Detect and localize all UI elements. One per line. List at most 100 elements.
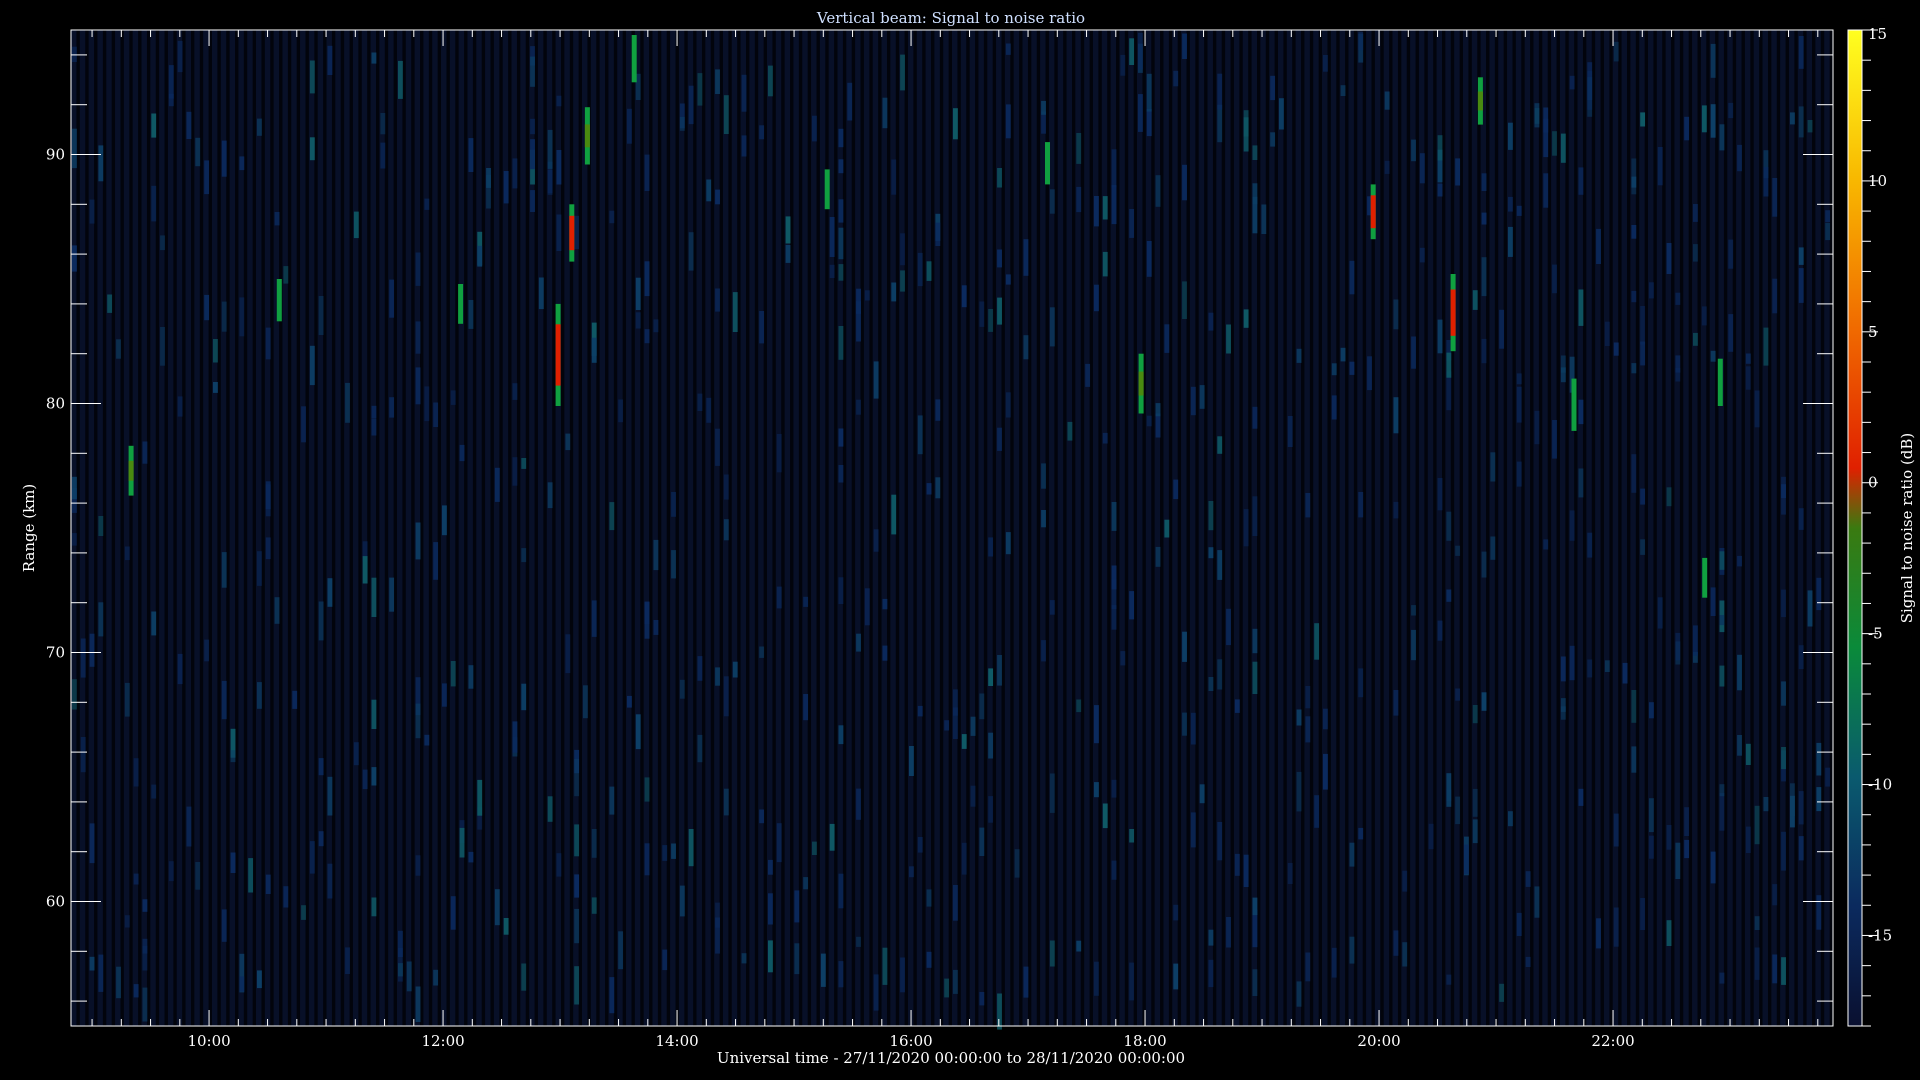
noise-speck xyxy=(398,948,403,982)
time-gap xyxy=(613,30,618,1026)
time-gap xyxy=(226,30,230,1026)
noise-speck xyxy=(856,633,861,652)
noise-speck xyxy=(116,966,121,999)
noise-speck xyxy=(230,852,236,873)
noise-speck xyxy=(1569,75,1575,90)
noise-speck xyxy=(1675,355,1681,373)
noise-speck xyxy=(979,301,985,327)
time-gap xyxy=(252,30,257,1026)
noise-speck xyxy=(1464,844,1469,875)
noise-speck xyxy=(1323,55,1328,72)
noise-speck xyxy=(1155,546,1161,567)
noise-speck xyxy=(1798,268,1804,303)
noise-speck xyxy=(124,546,130,561)
time-gap xyxy=(904,30,908,1026)
time-gap xyxy=(1309,30,1314,1026)
time-gap xyxy=(314,30,318,1026)
noise-speck xyxy=(909,746,914,776)
time-gap xyxy=(1794,30,1798,1026)
echo xyxy=(824,169,830,210)
noise-speck xyxy=(1508,196,1513,212)
noise-speck xyxy=(891,159,897,195)
noise-speck xyxy=(644,602,650,639)
time-gap xyxy=(1380,30,1384,1026)
noise-speck xyxy=(574,215,580,250)
noise-speck xyxy=(512,383,518,400)
noise-speck xyxy=(1737,735,1742,756)
echo-edge xyxy=(824,169,830,210)
noise-speck xyxy=(803,596,809,607)
echo-core xyxy=(569,215,575,251)
noise-speck xyxy=(195,862,201,890)
time-gap xyxy=(746,30,750,1026)
echo-core xyxy=(1370,195,1376,229)
time-gap xyxy=(499,30,503,1026)
time-gap xyxy=(420,30,424,1026)
noise-speck xyxy=(1419,247,1425,263)
noise-speck xyxy=(1252,909,1258,948)
time-gap xyxy=(1283,30,1287,1026)
noise-speck xyxy=(917,705,923,717)
noise-speck xyxy=(1560,355,1566,373)
noise-speck xyxy=(662,845,668,861)
time-gap xyxy=(1609,30,1613,1026)
noise-speck xyxy=(970,785,976,807)
time-gap xyxy=(931,30,935,1026)
time-gap xyxy=(1362,30,1367,1026)
noise-speck xyxy=(442,505,447,536)
echo-core xyxy=(1477,91,1483,111)
time-gap xyxy=(1671,30,1675,1026)
noise-speck xyxy=(882,947,888,985)
noise-speck xyxy=(741,135,747,157)
time-gap xyxy=(243,30,248,1026)
noise-speck xyxy=(1596,918,1601,949)
time-gap xyxy=(1001,30,1005,1026)
noise-speck xyxy=(1613,41,1619,62)
noise-speck xyxy=(1825,767,1831,787)
noise-speck xyxy=(1393,501,1399,519)
noise-speck xyxy=(468,138,474,172)
noise-speck xyxy=(1287,863,1293,884)
noise-speck xyxy=(1781,476,1786,515)
noise-speck xyxy=(1816,895,1822,930)
noise-speck xyxy=(838,961,844,988)
noise-speck xyxy=(820,953,826,987)
noise-speck xyxy=(1631,363,1637,374)
noise-speck xyxy=(327,578,333,607)
noise-speck xyxy=(547,796,553,822)
time-gap xyxy=(120,30,124,1026)
time-gap xyxy=(402,30,406,1026)
noise-speck xyxy=(257,970,262,989)
noise-speck xyxy=(1102,432,1108,444)
noise-speck xyxy=(1208,677,1214,691)
noise-speck xyxy=(301,406,306,443)
noise-speck xyxy=(177,653,183,685)
noise-speck xyxy=(195,137,201,167)
plot-area xyxy=(70,29,1834,1030)
noise-speck xyxy=(424,386,430,422)
time-gap xyxy=(1468,30,1472,1026)
time-gap xyxy=(1556,30,1560,1026)
time-gap xyxy=(983,30,988,1026)
noise-speck xyxy=(1472,819,1478,844)
noise-speck xyxy=(1155,413,1161,438)
time-gap xyxy=(173,30,177,1026)
noise-speck xyxy=(468,300,474,329)
noise-speck xyxy=(1234,853,1240,876)
time-gap xyxy=(807,30,812,1026)
time-gap xyxy=(631,30,635,1026)
noise-speck xyxy=(1728,239,1734,269)
noise-speck xyxy=(1525,871,1531,887)
noise-speck xyxy=(1349,936,1355,964)
noise-speck xyxy=(776,586,782,609)
noise-speck xyxy=(1252,897,1258,916)
noise-speck xyxy=(98,516,104,536)
noise-speck xyxy=(556,214,562,251)
noise-speck xyxy=(1763,167,1769,197)
time-gap xyxy=(587,30,591,1026)
noise-speck xyxy=(371,405,377,419)
noise-speck xyxy=(204,639,210,662)
noise-speck xyxy=(1102,251,1108,277)
time-gap xyxy=(1292,30,1296,1026)
noise-speck xyxy=(1049,307,1055,347)
